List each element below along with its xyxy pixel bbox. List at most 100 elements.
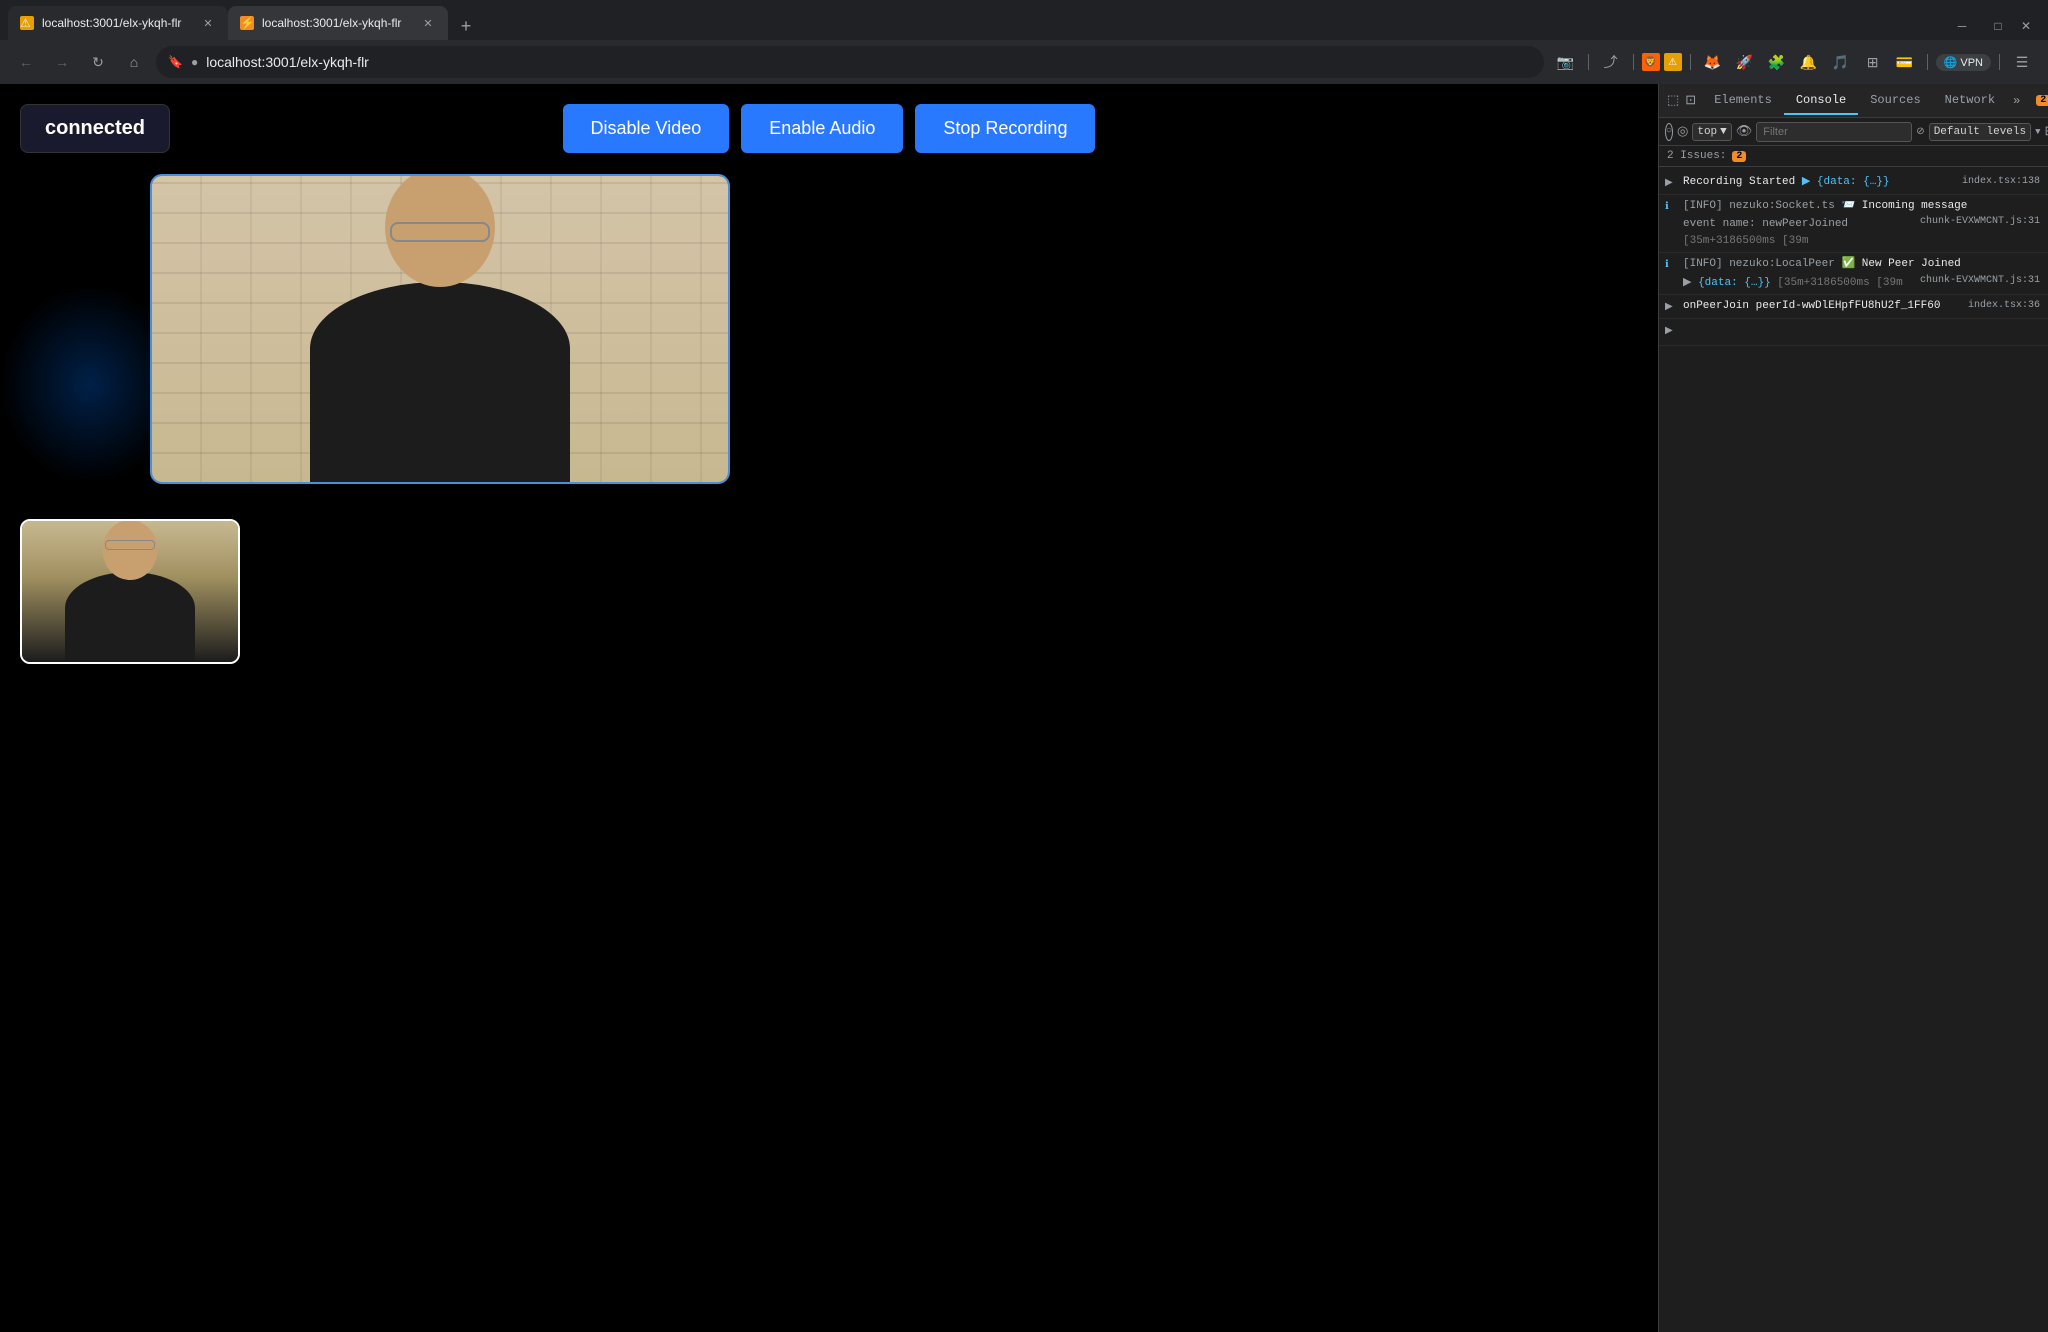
prompt-cursor[interactable]: [1683, 322, 2040, 336]
brave-shield-icon[interactable]: 🦁: [1642, 53, 1660, 71]
reload-button[interactable]: ↻: [84, 48, 112, 76]
new-tab-button[interactable]: +: [452, 12, 480, 40]
eye-icon[interactable]: 👁: [1736, 121, 1753, 143]
devtools-console: ▶ Recording Started ▶ {data: {…}} index.…: [1659, 167, 2048, 1332]
console-entry-4: ▶ onPeerJoin peerId-wwDlEHpfFU8hU2f_1FF6…: [1659, 295, 2048, 319]
person-body: [310, 282, 570, 482]
devtools-topbar: ⬚ ⊡ Elements Console Sources Network » 2…: [1659, 84, 2048, 118]
tab-title-2: localhost:3001/elx-ykqh-flr: [262, 16, 412, 30]
small-video-bg: [22, 521, 238, 662]
person-glasses: [390, 222, 490, 242]
toolbar: Disable Video Enable Audio Stop Recordin…: [0, 104, 1658, 153]
tab-1[interactable]: ⚠ localhost:3001/elx-ykqh-flr ✕: [8, 6, 228, 40]
console-prompt: ▶: [1659, 319, 2048, 347]
extension-2-icon[interactable]: 🚀: [1731, 48, 1759, 76]
enable-audio-button[interactable]: Enable Audio: [741, 104, 903, 153]
tab-network[interactable]: Network: [1933, 87, 2007, 115]
separator-1: [1588, 54, 1589, 70]
main-video-inner: [152, 176, 728, 482]
console-filter-input[interactable]: [1756, 122, 1912, 142]
wallet-icon[interactable]: 💳: [1891, 48, 1919, 76]
bookmark-icon: 🔖: [168, 55, 183, 69]
console-entry-3-emoji: ✅: [1841, 258, 1861, 270]
issues-count-badge: 2: [2036, 95, 2048, 106]
devtools-more-tabs[interactable]: »: [2007, 90, 2026, 112]
filter-icon[interactable]: ◎: [1677, 121, 1688, 143]
home-button[interactable]: ⌂: [120, 48, 148, 76]
tab-2[interactable]: ⚡ localhost:3001/elx-ykqh-flr ✕: [228, 6, 448, 40]
context-label: top: [1697, 126, 1717, 138]
close-window-icon[interactable]: ✕: [2012, 12, 2040, 40]
console-entry-2-emoji: 📨: [1841, 200, 1861, 212]
browser-chrome: ⚠ localhost:3001/elx-ykqh-flr ✕ ⚡ localh…: [0, 0, 2048, 84]
console-entry-1-link[interactable]: index.tsx:138: [1962, 174, 2040, 189]
context-select[interactable]: top ▼: [1692, 123, 1731, 141]
console-entry-2-icon: ℹ: [1665, 200, 1669, 215]
console-entry-1-text: Recording Started: [1683, 176, 1802, 188]
vpn-button[interactable]: 🌐 VPN: [1936, 54, 1991, 71]
console-entry-3-link[interactable]: chunk-EVXWMCNT.js:31: [1920, 273, 2040, 288]
nav-icons: 📷 ⤴ 🦁 ⚠ 🦊 🚀 🧩 🔔 🎵 ⊞ 💳 🌐 VPN ☰: [1552, 48, 2036, 76]
console-entry-3-icon: ℹ: [1665, 258, 1669, 273]
main-video-feed: [150, 174, 730, 484]
console-entry-1: ▶ Recording Started ▶ {data: {…}} index.…: [1659, 171, 2048, 195]
tab-console[interactable]: Console: [1784, 87, 1858, 115]
tab-bar: ⚠ localhost:3001/elx-ykqh-flr ✕ ⚡ localh…: [0, 0, 2048, 40]
maximize-icon[interactable]: □: [1984, 12, 2012, 40]
console-entry-1-icon: ▶: [1665, 176, 1673, 191]
console-entry-3-text: New Peer Joined: [1862, 258, 1961, 270]
address-bar[interactable]: 🔖 ● localhost:3001/elx-ykqh-flr: [156, 46, 1544, 78]
extension-4-icon[interactable]: 🔔: [1795, 48, 1823, 76]
prompt-icon: ▶: [1665, 324, 1673, 339]
disable-video-button[interactable]: Disable Video: [563, 104, 730, 153]
lock-icon: ●: [191, 55, 198, 69]
share-icon[interactable]: ⤴: [1597, 48, 1625, 76]
tab-favicon-1: ⚠: [20, 16, 34, 30]
sidebar-toggle-icon[interactable]: ⊟: [2045, 121, 2048, 143]
nav-bar: ← → ↻ ⌂ 🔖 ● localhost:3001/elx-ykqh-flr …: [0, 40, 2048, 84]
address-url[interactable]: localhost:3001/elx-ykqh-flr: [206, 54, 1531, 70]
console-entry-3: ℹ [INFO] nezuko:LocalPeer ✅ New Peer Joi…: [1659, 253, 2048, 295]
small-video-inner: [22, 521, 238, 662]
camera-icon[interactable]: 📷: [1552, 48, 1580, 76]
console-entry-1-detail: ▶ {data: {…}}: [1802, 176, 1890, 188]
vpn-label: 🌐 VPN: [1944, 56, 1983, 69]
filter-settings-icon[interactable]: ⊘: [1916, 121, 1924, 143]
console-entry-4-link[interactable]: index.tsx:36: [1968, 298, 2040, 313]
stop-recording-button[interactable]: Stop Recording: [915, 104, 1095, 153]
tab-sources[interactable]: Sources: [1858, 87, 1932, 115]
console-entry-2-link[interactable]: chunk-EVXWMCNT.js:31: [1920, 214, 2040, 229]
tab-close-1[interactable]: ✕: [200, 15, 216, 31]
devtools-issues: 2: [2032, 95, 2048, 106]
clear-console-button[interactable]: ○: [1665, 123, 1673, 141]
minimize-icon[interactable]: ─: [1948, 12, 1976, 40]
default-levels-select[interactable]: Default levels: [1929, 123, 2031, 141]
extension-3-icon[interactable]: 🧩: [1763, 48, 1791, 76]
tab-title-1: localhost:3001/elx-ykqh-flr: [42, 16, 192, 30]
main-layout: connected Disable Video Enable Audio Sto…: [0, 84, 2048, 1332]
extension-1-icon[interactable]: 🦊: [1699, 48, 1727, 76]
levels-chevron-icon[interactable]: ▼: [2035, 121, 2040, 143]
small-person-glasses: [105, 540, 155, 550]
device-mode-icon[interactable]: ⊡: [1685, 90, 1696, 112]
small-person-head: [103, 520, 158, 580]
brave-alert-icon[interactable]: ⚠: [1664, 53, 1682, 71]
app-area: connected Disable Video Enable Audio Sto…: [0, 84, 1658, 1332]
menu-button[interactable]: ☰: [2008, 48, 2036, 76]
tab-close-2[interactable]: ✕: [420, 15, 436, 31]
inspect-element-icon[interactable]: ⬚: [1667, 90, 1679, 112]
separator-2: [1633, 54, 1634, 70]
tab-elements[interactable]: Elements: [1702, 87, 1784, 115]
separator-4: [1927, 54, 1928, 70]
back-button[interactable]: ←: [12, 48, 40, 76]
devtools-panel: ⬚ ⊡ Elements Console Sources Network » 2…: [1658, 84, 2048, 1332]
console-entry-3-prefix: [INFO] nezuko:LocalPeer: [1683, 258, 1841, 270]
sidebar-icon[interactable]: ⊞: [1859, 48, 1887, 76]
console-entry-3-arrow[interactable]: ▶: [1683, 277, 1698, 289]
extension-5-icon[interactable]: 🎵: [1827, 48, 1855, 76]
separator-3: [1690, 54, 1691, 70]
forward-button[interactable]: →: [48, 48, 76, 76]
small-video-feed: [20, 519, 240, 664]
tab-favicon-2: ⚡: [240, 16, 254, 30]
console-entry-2: ℹ [INFO] nezuko:Socket.ts 📨 Incoming mes…: [1659, 195, 2048, 254]
